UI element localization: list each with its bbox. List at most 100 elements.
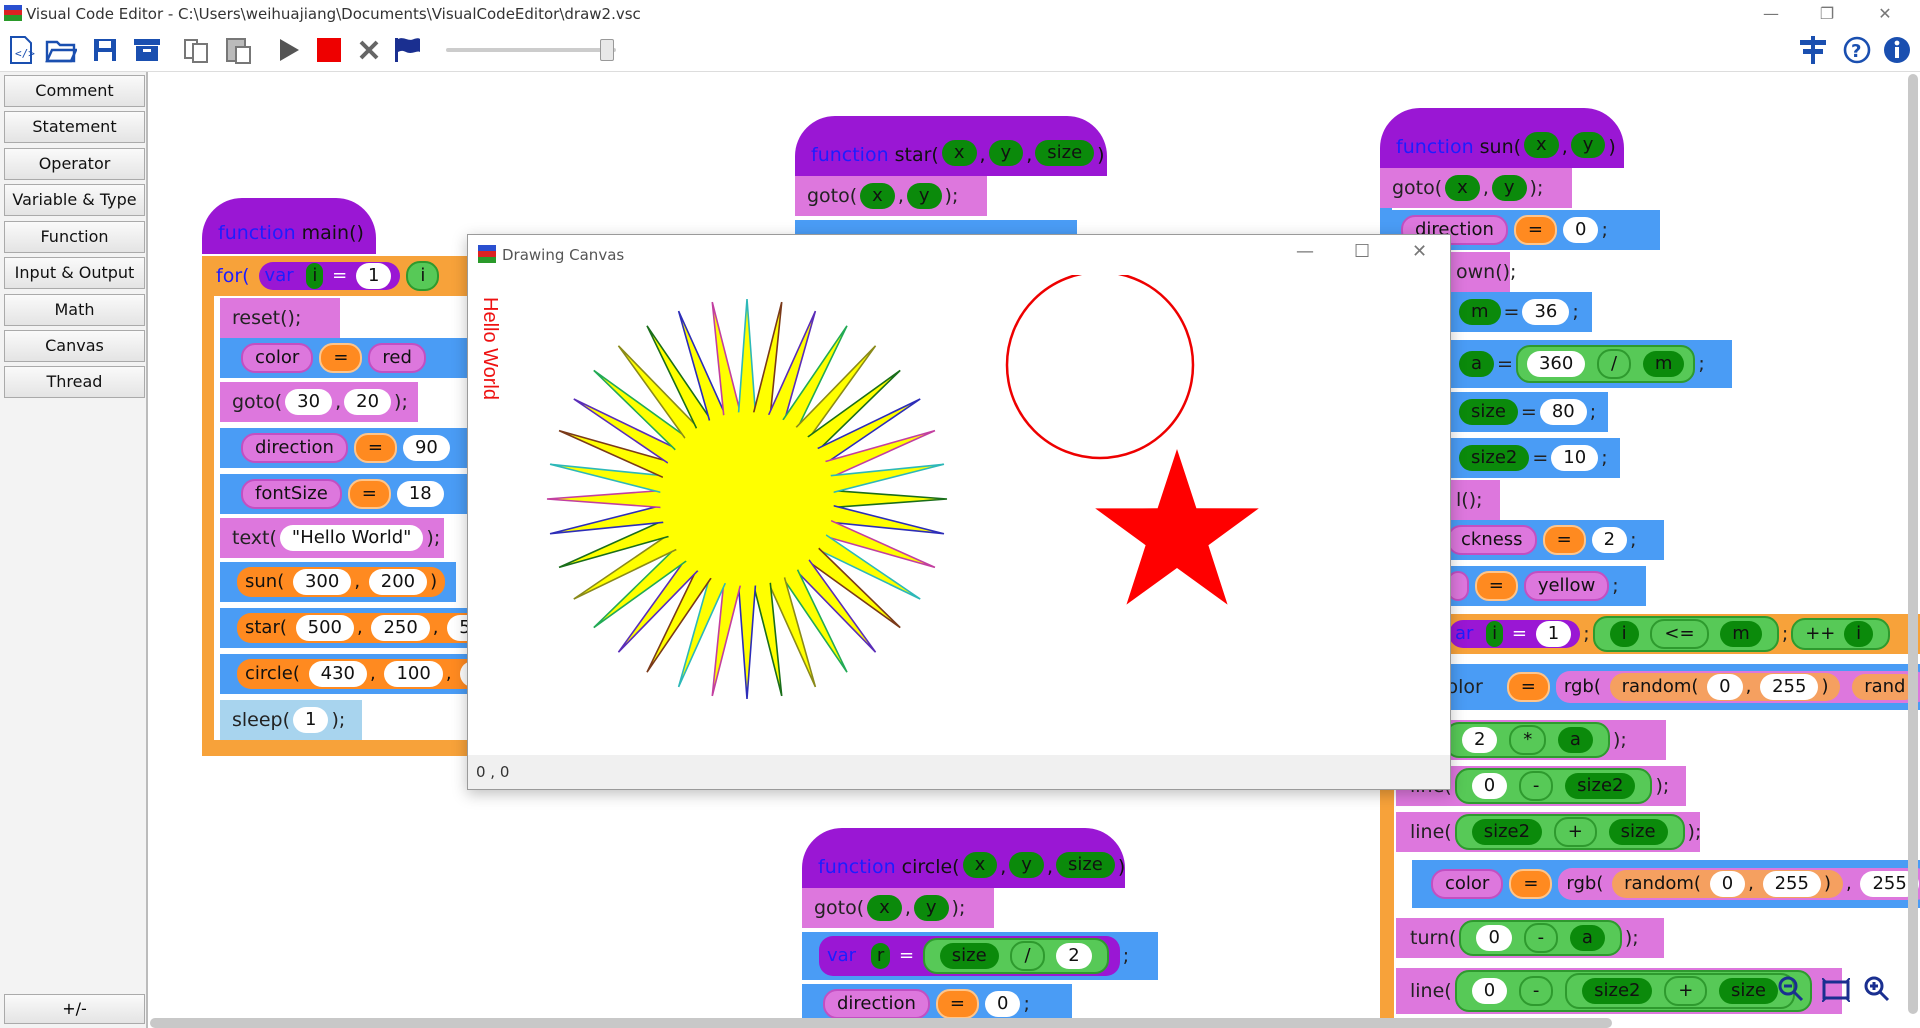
for-init[interactable]: var i = 1 (258, 262, 401, 290)
line-expression[interactable]: 0 - size2 + size (1454, 970, 1812, 1012)
random-max[interactable]: 255 (1760, 674, 1819, 700)
m-value[interactable]: 36 (1522, 299, 1570, 325)
clear-button[interactable] (352, 34, 386, 66)
sun-function-hat[interactable]: function sun( x, y ) (1380, 108, 1624, 168)
random-call[interactable]: random( 0, 255) (1612, 870, 1843, 898)
r-den[interactable]: 2 (1056, 943, 1092, 969)
fontsize-prop[interactable]: fontSize (241, 479, 342, 509)
mul-a[interactable]: 2 (1462, 727, 1498, 753)
loop-var[interactable]: i (306, 263, 324, 289)
star-goto-block[interactable]: goto( x, y ); (795, 176, 987, 216)
zoom-fit-icon[interactable] (1822, 978, 1850, 1002)
rgb-color-block[interactable]: color = rgb( random( 0, 255) rand (1396, 664, 1920, 710)
line-expression[interactable]: size2 + size (1454, 814, 1685, 850)
assign-op[interactable]: = (935, 989, 979, 1019)
mul-op[interactable]: * (1509, 725, 1547, 755)
param-size[interactable]: size (1035, 140, 1095, 166)
var-r[interactable]: r (870, 943, 891, 969)
size2-value[interactable]: 10 (1551, 445, 1599, 471)
sun-for-init[interactable]: ar i = 1 (1449, 620, 1581, 648)
color-prop[interactable]: color (241, 343, 314, 373)
loop-init[interactable]: 1 (1535, 621, 1572, 647)
goto-x[interactable]: 30 (285, 389, 333, 415)
div-op[interactable]: / (1010, 941, 1045, 971)
mul-b[interactable]: a (1557, 727, 1593, 753)
plus-op[interactable]: + (1664, 976, 1708, 1006)
param-x[interactable]: x (1524, 132, 1559, 158)
star-call-block[interactable]: star( 500, 250, 50 (220, 608, 506, 648)
rgb-call-2[interactable]: rgb( random( 0, 255) , 255 (1558, 868, 1920, 900)
line-block-3[interactable]: line( 0 - size2 + size (1396, 968, 1842, 1014)
line-block-2[interactable]: line( size2 + size ); (1396, 812, 1701, 852)
goto-y[interactable]: y (1491, 175, 1527, 201)
for-loop-block[interactable]: for( var i = 1 i (202, 256, 472, 296)
canvas-maximize-button[interactable]: ☐ (1354, 241, 1370, 262)
star-call[interactable]: star( 500, 250, 50 (237, 613, 506, 643)
param-x[interactable]: x (962, 852, 998, 878)
turn-b[interactable]: a (1569, 925, 1605, 951)
zoom-in-icon[interactable] (1864, 976, 1890, 1002)
cond-lhs[interactable]: i (1609, 621, 1639, 647)
direction-value[interactable]: 0 (984, 991, 1021, 1017)
loop-var[interactable]: i (1486, 621, 1504, 647)
param-y[interactable]: y (1009, 852, 1044, 878)
sun-call-block[interactable]: sun( 300, 200) (220, 562, 456, 602)
random-min[interactable]: 0 (1707, 674, 1743, 700)
minus-op[interactable]: - (1518, 976, 1554, 1006)
goto-y[interactable]: 20 (344, 389, 392, 415)
speed-slider-thumb[interactable] (600, 39, 614, 61)
info-button[interactable] (1880, 34, 1914, 66)
line-size2[interactable]: size2 (1471, 819, 1543, 845)
turn-block[interactable]: turn( 0 - a ); (1396, 918, 1664, 958)
rgb-call[interactable]: rgb( random( 0, 255) rand (1555, 671, 1920, 703)
circle-function-hat[interactable]: function circle( x, y, size ) (802, 828, 1125, 888)
turn-a[interactable]: 0 (1476, 925, 1512, 951)
var-size[interactable]: size (1459, 399, 1518, 425)
random-call[interactable]: random( 0, 255) (1609, 673, 1841, 701)
assign-op[interactable]: = (1542, 525, 1586, 555)
text-value[interactable]: "Hello World" (279, 525, 424, 551)
open-button[interactable] (44, 34, 78, 66)
a-numerator[interactable]: 360 (1526, 351, 1586, 377)
param-size[interactable]: size (1055, 852, 1115, 878)
line-size2[interactable]: size2 (1582, 978, 1653, 1004)
random-min[interactable]: 0 (1709, 871, 1746, 897)
sun-goto-block[interactable]: goto( x, y ); (1380, 168, 1572, 208)
main-function-hat[interactable]: function main() (202, 198, 376, 254)
minimize-button[interactable]: — (1748, 2, 1794, 26)
goto-x[interactable]: x (860, 183, 895, 209)
palette-statement[interactable]: Statement (4, 111, 145, 143)
loop-increment[interactable]: ++ i (1791, 618, 1891, 650)
circle-y[interactable]: 100 (384, 661, 443, 687)
color-value[interactable]: red (368, 343, 426, 373)
color-assign-block[interactable]: color = red (220, 338, 472, 378)
palette-operator[interactable]: Operator (4, 148, 145, 180)
assign-op[interactable]: = (347, 479, 391, 509)
palette-math[interactable]: Math (4, 294, 145, 326)
turn-expression[interactable]: 0 - a (1459, 920, 1622, 956)
restore-button[interactable]: ❐ (1804, 2, 1850, 26)
sun-y[interactable]: 200 (368, 569, 428, 595)
palette-input-output[interactable]: Input & Output (4, 257, 145, 289)
param-y[interactable]: y (988, 140, 1024, 166)
palette-canvas[interactable]: Canvas (4, 330, 145, 362)
goto-y[interactable]: y (913, 895, 949, 921)
star-y[interactable]: 250 (371, 615, 430, 641)
sleep-block[interactable]: sleep( 1 ); (220, 700, 362, 740)
assign-op[interactable]: = (1474, 571, 1518, 601)
assign-op[interactable]: = (1513, 215, 1557, 245)
circle-goto-block[interactable]: goto( x, y ); (802, 888, 994, 928)
circle-call-block[interactable]: circle( 430, 100, 15 (220, 654, 519, 694)
div-op[interactable]: / (1597, 349, 1632, 379)
vertical-scrollbar[interactable] (1908, 74, 1918, 1014)
fontsize-assign-block[interactable]: fontSize = 18 (220, 474, 472, 514)
line-size[interactable]: size (1608, 819, 1668, 845)
fontsize-value[interactable]: 18 (396, 481, 444, 507)
palette-comment[interactable]: Comment (4, 75, 145, 107)
sun-call[interactable]: sun( 300, 200) (237, 567, 446, 597)
loop-condition[interactable]: i <= m (1592, 616, 1779, 652)
assign-op[interactable]: = (353, 433, 397, 463)
line-expression[interactable]: 0 - size2 (1454, 768, 1653, 804)
rgb-color-block-2[interactable]: color = rgb( random( 0, 255) , 255 (1412, 860, 1920, 908)
flag-button[interactable] (390, 34, 424, 66)
